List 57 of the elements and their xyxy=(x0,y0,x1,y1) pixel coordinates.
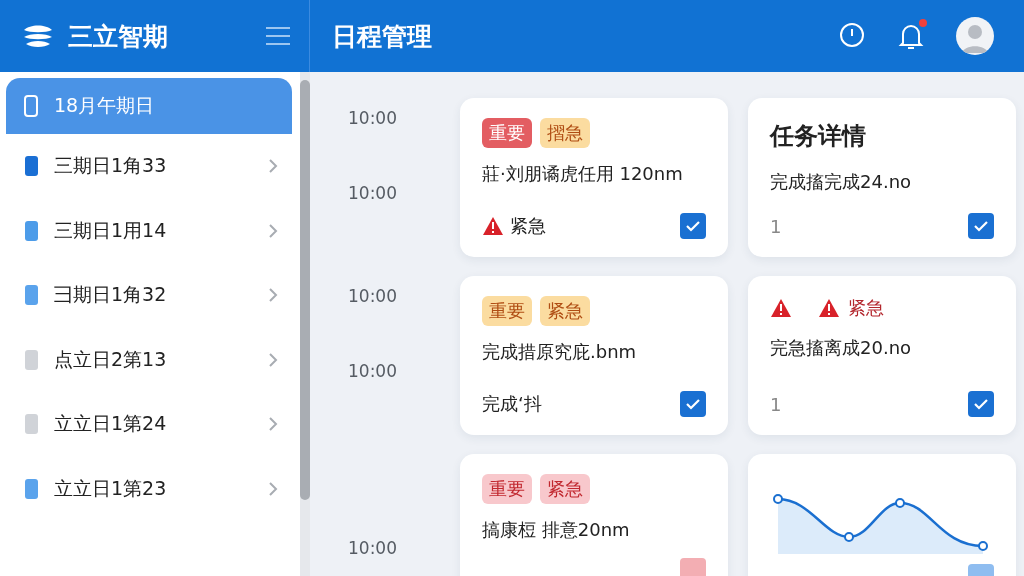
page-title: 日程管理 xyxy=(332,20,433,53)
checkbox[interactable] xyxy=(968,213,994,239)
logo-icon xyxy=(22,23,54,49)
chart-point xyxy=(978,541,988,551)
count-text: 1 xyxy=(770,215,783,237)
count-text: 1 xyxy=(770,393,783,415)
task-text: 搞康梪 排意20nm xyxy=(482,518,631,542)
item-label: 三期日1角33 xyxy=(54,153,168,179)
task-status: 完成‘抖 xyxy=(482,392,543,416)
chevron-right-icon xyxy=(268,158,278,175)
task-text: 完成措原究庇.bnm xyxy=(482,340,638,364)
check-icon xyxy=(685,220,701,232)
check-icon xyxy=(973,220,989,232)
time-label: 10:00 xyxy=(348,361,397,381)
warning-icon xyxy=(770,298,792,318)
tag: 重要 xyxy=(482,296,532,326)
card-title: 任务详情 xyxy=(770,121,867,152)
chart-point xyxy=(844,532,854,542)
task-text: 莊·刘朋谲虎任用 120nm xyxy=(482,162,684,186)
item-label: 立立日1第24 xyxy=(54,411,168,437)
chart-point xyxy=(895,498,905,508)
user-avatar[interactable] xyxy=(956,17,994,55)
item-label: 点立日2第13 xyxy=(54,346,168,372)
phone-icon xyxy=(24,95,38,117)
tag: 重要 xyxy=(482,474,532,504)
check-icon xyxy=(973,398,989,410)
task-text: 完急搐离成20.no xyxy=(770,336,913,360)
item-label: 彐期日1角32 xyxy=(54,282,168,308)
check-icon xyxy=(685,398,701,410)
tag: 紧急 xyxy=(540,296,590,326)
time-label: 10:00 xyxy=(348,286,397,306)
menu-icon[interactable] xyxy=(265,26,291,46)
time-label: 10:00 xyxy=(348,538,397,558)
item-label: 三期日1用14 xyxy=(54,217,168,243)
tag: 摺急 xyxy=(540,118,590,148)
chevron-right-icon xyxy=(268,222,278,239)
chevron-right-icon xyxy=(268,287,278,304)
task-text: 完成搐完成24.no xyxy=(770,170,913,194)
tag: 紧急 xyxy=(540,474,590,504)
chevron-right-icon xyxy=(268,416,278,433)
checkbox[interactable] xyxy=(680,213,706,239)
scrollbar-thumb[interactable] xyxy=(300,80,310,500)
time-label: 10:00 xyxy=(348,108,397,128)
checkbox[interactable] xyxy=(680,391,706,417)
task-status: 紧急 xyxy=(510,214,547,238)
chart-point xyxy=(773,494,783,504)
checkbox[interactable] xyxy=(968,391,994,417)
tag: 重要 xyxy=(482,118,532,148)
alert-text: 紧急 xyxy=(848,296,884,320)
notification-bell-icon[interactable] xyxy=(898,21,924,51)
time-label: 10:00 xyxy=(348,183,397,203)
chevron-right-icon xyxy=(268,480,278,497)
chevron-right-icon xyxy=(268,351,278,368)
item-label: 立立日1第23 xyxy=(54,475,168,501)
clock-icon[interactable] xyxy=(838,22,866,50)
warning-icon xyxy=(818,298,840,318)
brand-name: 三立智期 xyxy=(68,20,169,53)
